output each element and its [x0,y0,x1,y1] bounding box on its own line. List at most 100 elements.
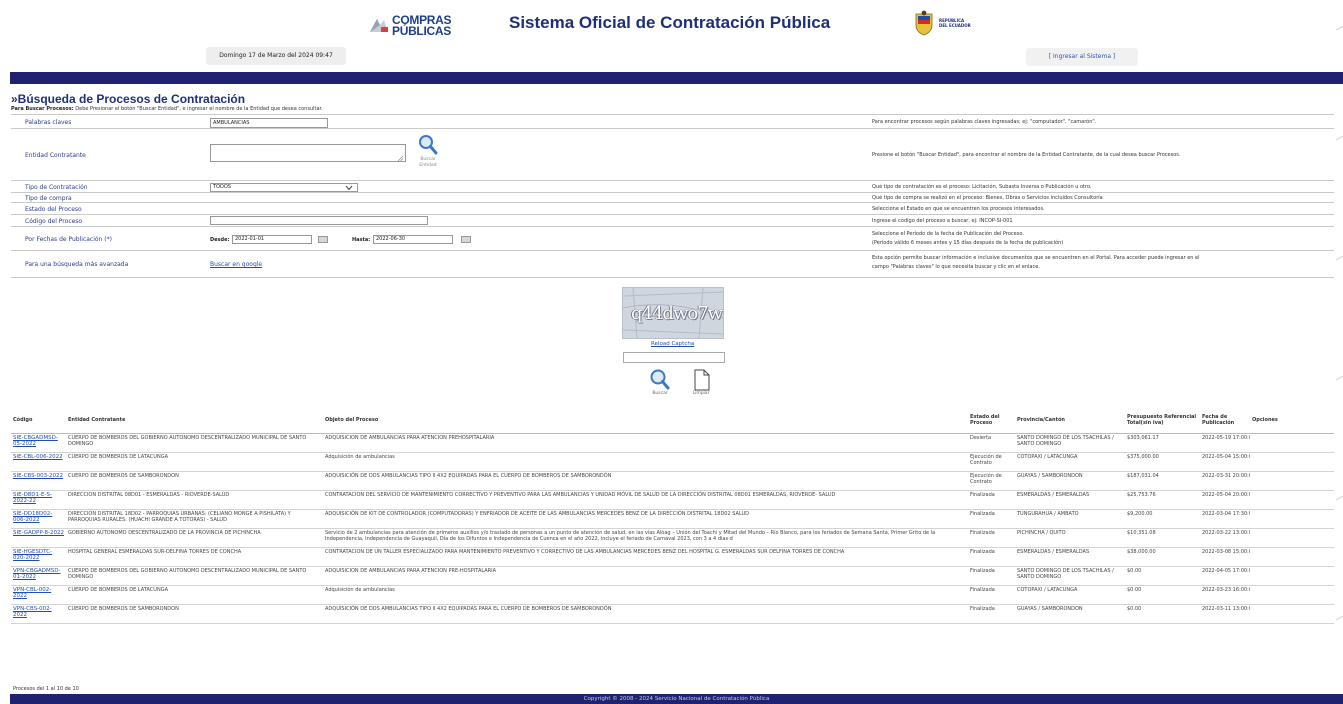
search-entity-button[interactable]: Buscar Entidad [413,157,443,169]
process-code-link[interactable]: SIE-CBGADMSD-05-2022 [13,435,58,447]
to-label: Hasta: [352,237,371,243]
ecuador-shield-icon [915,10,933,36]
location-cell: COTOPAXI / LATACUNGA [1015,585,1125,605]
contract-type-label: Tipo de Contratación [25,184,88,191]
dates-help-2: (Período válido 6 meses antes y 15 días … [872,240,1064,246]
process-code-link[interactable]: SIE-HGESDTC-020-2022 [13,549,52,561]
process-code-link[interactable]: SIE-CBS-003-2022 [13,473,63,479]
object-cell: ADQUISICIÓN DE DOS AMBULANCIAS TIPO II 4… [323,471,968,491]
status-cell: Finalizada [968,528,1015,548]
column-header: Entidad Contratante [66,406,323,434]
compras-logo-mark-icon [370,19,388,32]
status-help: Seleccione el Estado en que se encuentre… [872,206,1045,212]
entity-help: Presione el botón "Buscar Entidad", para… [872,152,1181,158]
table-row: SIE-GADPP-8-2022 GOBIERNO AUTONOMO DESCEN… [11,528,1334,548]
column-header: Fecha de Publicación [1200,406,1250,434]
process-code-cell: SIE-CBS-003-2022 [11,471,66,491]
process-code-cell: SIE-CBGADMSD-05-2022 [11,433,66,453]
object-cell: CONTRATACION DEL SERVICIO DE MANTENIMIEN… [323,490,968,510]
status-cell: Ejecución de Contrato [968,452,1015,472]
budget-cell: $0.00 [1125,566,1200,586]
date-cell: 2022-03-04 17:30:00 [1200,509,1250,529]
status-cell: Finalizada [968,509,1015,529]
date-cell: 2022-03-23 16:00:00 [1200,585,1250,605]
table-row: SIE-CBL-006-2022 CUERPO DE BOMBEROS DE LA… [11,452,1334,472]
options-cell [1250,585,1334,605]
process-code-input[interactable] [210,216,428,225]
object-cell: ADQUISICION DE AMBULANCIAS PARA ATENCION… [323,433,968,453]
entity-cell: CUERPO DE BOMBEROS DE SAMBORONDON [66,471,323,491]
process-code-link[interactable]: SIE-CBL-006-2022 [13,454,63,460]
status-cell: Finalizada [968,490,1015,510]
status-cell: Finalizada [968,566,1015,586]
budget-cell: $38,000.00 [1125,547,1200,567]
budget-cell: $187,031.04 [1125,471,1200,491]
from-date-input[interactable]: 2022-01-01 [232,235,312,244]
column-header: Presupuesto Referencial Total(sin iva) [1125,406,1200,434]
row-advanced: Para una búsqueda más avanzada Buscar en… [11,250,1334,278]
search-entity-icon[interactable] [418,134,438,156]
entity-textarea[interactable] [210,144,406,162]
reload-captcha-link[interactable]: Reload Captcha [651,341,694,347]
object-cell: Adquisición de ambulancias [323,585,968,605]
entity-cell: CUERPO DE BOMBEROS DE SAMBORONDON [66,604,323,624]
status-cell: Finalizada [968,585,1015,605]
row-keywords: Palabras claves AMBULANCIAS Para encontr… [11,114,1334,129]
page-title: »Búsqueda de Procesos de Contratación [11,92,246,106]
republica-ecuador-logo: REPÚBLICA DEL ECUADOR [913,10,983,40]
process-code-help: Ingrese el código del proceso a buscar, … [872,218,1013,224]
date-cell: 2022-05-04 15:00:00 [1200,452,1250,472]
options-cell [1250,509,1334,529]
contract-type-select[interactable]: TODOS [210,183,358,192]
compras-publicas-logo[interactable]: COMPRAS PÚBLICAS [368,12,464,40]
site-title: Sistema Oficial de Contratación Pública [509,13,831,32]
to-date-input[interactable]: 2022-06-30 [373,235,453,244]
advanced-label: Para una búsqueda más avanzada [25,261,129,268]
date-cell: 2022-03-31 20:00:00 [1200,471,1250,491]
logo-text-line2: PÚBLICAS [392,24,451,38]
entity-cell: CUERPO DE BOMBEROS DE LATACUNGA [66,585,323,605]
process-code-link[interactable]: SIE-D8D1-E-S-2022-22 [13,492,52,504]
table-header-row: Código Entidad Contratante Objeto del Proc… [11,406,1334,434]
keywords-input[interactable]: AMBULANCIAS [210,118,328,128]
column-header: Código [11,406,66,434]
options-cell [1250,433,1334,453]
date-cell: 2022-03-08 15:00:00 [1200,547,1250,567]
process-code-link[interactable]: SIE-GADPP-8-2022 [13,530,64,536]
object-cell: Adquisición de ambulancias [323,452,968,472]
process-code-cell: SIE-CBL-006-2022 [11,452,66,472]
options-cell [1250,452,1334,472]
process-code-label: Código del Proceso [25,218,83,225]
captcha-input[interactable] [623,352,725,363]
search-button[interactable]: Buscar [645,391,675,396]
process-code-cell: VPN-CBGADMSD-01-2022 [11,566,66,586]
location-cell: ESMERALDAS / ESMERALDAS [1015,547,1125,567]
clear-button[interactable]: Limpiar [686,391,716,396]
budget-cell: $375,000.00 [1125,452,1200,472]
results-count: Procesos del 1 al 10 de 10 [13,686,79,692]
location-cell: PICHINCHA / QUITO [1015,528,1125,548]
table-row: SIE-CBS-003-2022 CUERPO DE BOMBEROS DE SA… [11,471,1334,491]
process-code-link[interactable]: VPN-CBL-002-2022 [13,587,51,599]
table-row: VPN-CBL-002-2022 CUERPO DE BOMBEROS DE LA… [11,585,1334,605]
location-cell: GUAYAS / SAMBORONDON [1015,604,1125,624]
dates-help-1: Seleccione el Período de la fecha de Pub… [872,231,1024,237]
google-search-link[interactable]: Buscar en google [210,261,262,268]
location-cell: COTOPAXI / LATACUNGA [1015,452,1125,472]
location-cell: TUNGURAHUA / AMBATO [1015,509,1125,529]
process-code-link[interactable]: VPN-CBS-002-2022 [13,606,52,618]
table-row: SIE-CBGADMSD-05-2022 CUERPO DE BOMBEROS D… [11,433,1334,453]
object-cell: ADQUISICIÓN DE KIT DE CONTROLADOR (COMPU… [323,509,968,529]
status-cell: Desierta [968,433,1015,453]
process-code-link[interactable]: SIE-DD18D02-006-2022 [13,511,52,523]
location-cell: SANTO DOMINGO DE LOS TSACHILAS / SANTO D… [1015,566,1125,586]
budget-cell: $10,351.08 [1125,528,1200,548]
object-cell: ADQUISICION DE AMBULANCIAS PARA ATENCION… [323,566,968,586]
options-cell [1250,547,1334,567]
keywords-label: Palabras claves [25,119,72,126]
login-link[interactable]: [ Ingresar al Sistema ] [1026,48,1138,66]
process-code-link[interactable]: VPN-CBGADMSD-01-2022 [13,568,60,580]
object-cell: ADQUISICIÓN DE DOS AMBULANCIAS TIPO II 4… [323,604,968,624]
calendar-from-icon[interactable] [318,236,328,243]
calendar-to-icon[interactable] [461,236,471,243]
